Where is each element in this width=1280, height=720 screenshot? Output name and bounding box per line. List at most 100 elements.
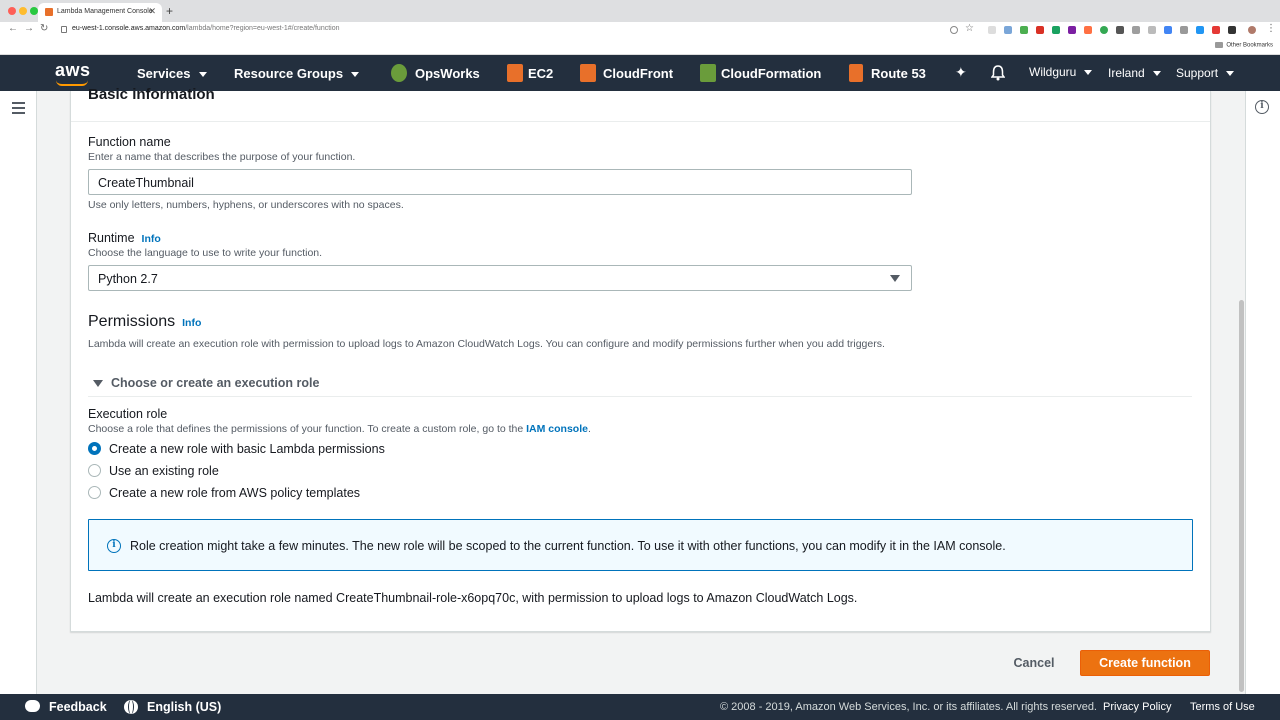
caret-down-icon [890,275,900,282]
feedback-bubble-icon [25,700,40,712]
extension-icon[interactable] [1084,26,1092,34]
forward-arrow-icon[interactable]: → [24,23,34,34]
reload-icon[interactable]: ↻ [40,23,48,34]
panel-title: Basic information [88,86,215,103]
role-info-alert: i Role creation might take a few minutes… [88,519,1193,571]
role-option-label: Create a new role with basic Lambda perm… [109,442,385,456]
extension-icon[interactable] [1116,26,1124,34]
expander-divider [88,396,1192,397]
back-arrow-icon[interactable]: ← [8,23,18,34]
cancel-button[interactable]: Cancel [1000,651,1068,676]
aws-logo[interactable]: aws [55,60,91,81]
globe-icon [124,700,138,714]
support-menu[interactable]: Support [1176,66,1235,80]
bell-icon[interactable] [991,65,1005,81]
iam-console-link[interactable]: IAM console [526,423,588,435]
help-info-icon[interactable]: i [1255,100,1269,114]
menu-dots-icon[interactable]: ⋮ [1266,23,1276,34]
extension-icon[interactable] [1196,26,1204,34]
role-name-footnote: Lambda will create an execution role nam… [88,591,858,605]
function-name-constraint: Use only letters, numbers, hyphens, or u… [88,199,404,211]
panel-divider [71,121,1210,122]
aws-smile-icon [56,80,88,86]
execution-role-description: Choose a role that defines the permissio… [88,423,591,435]
info-icon: i [107,539,121,553]
alert-text: Role creation might take a few minutes. … [130,539,1006,553]
cloudfront-icon [580,64,596,82]
extension-icon[interactable] [1148,26,1156,34]
other-bookmarks[interactable]: Other Bookmarks [1215,42,1273,49]
runtime-select[interactable]: Python 2.7 [88,265,912,291]
extension-icon[interactable] [1132,26,1140,34]
runtime-label: Runtime [88,231,135,245]
chevron-down-icon [1226,71,1235,77]
tab-close-icon[interactable]: ✕ [148,6,156,17]
extension-icon[interactable] [1164,26,1172,34]
resource-groups-menu[interactable]: Resource Groups [234,66,360,81]
radio-button[interactable] [88,464,101,477]
runtime-description: Choose the language to use to write your… [88,247,323,259]
region-menu[interactable]: Ireland [1108,66,1161,80]
chevron-down-icon [198,72,207,78]
profile-avatar[interactable] [1248,26,1256,34]
folder-icon [1215,42,1224,48]
extension-icon[interactable] [988,26,996,34]
page-scrollbar[interactable] [1239,300,1244,692]
runtime-label-row: Runtime Info [88,231,161,245]
extension-icon[interactable] [1020,26,1028,34]
role-option-label: Create a new role from AWS policy templa… [109,486,361,500]
extension-icon[interactable] [1212,26,1220,34]
language-selector[interactable]: English (US) [147,700,221,714]
console-footer: Feedback English (US) © 2008 - 2019, Ama… [0,694,1280,720]
permissions-title: Permissions [88,313,176,330]
hamburger-menu-icon[interactable] [12,102,25,117]
zoom-icon[interactable] [950,26,958,34]
copyright-text: © 2008 - 2019, Amazon Web Services, Inc.… [720,701,1097,713]
execution-role-label: Execution role [88,407,168,421]
route53-icon [849,64,863,82]
terms-of-use-link[interactable]: Terms of Use [1190,701,1255,713]
extension-icon[interactable] [1068,26,1076,34]
function-name-input[interactable]: CreateThumbnail [88,169,912,195]
close-window-button[interactable] [8,7,16,15]
ec2-icon [507,64,523,82]
services-menu[interactable]: Services [137,66,207,81]
new-tab-icon[interactable]: + [166,4,173,18]
tab-title: Lambda Management Console [57,8,153,15]
role-option-label: Use an existing role [109,464,219,478]
extension-icon[interactable] [1036,26,1044,34]
url-field[interactable]: eu-west-1.console.aws.amazon.com/lambda/… [72,25,340,32]
feedback-link[interactable]: Feedback [49,700,107,714]
extension-icon[interactable] [1004,26,1012,34]
cloudfront-shortcut[interactable]: CloudFront [603,66,673,81]
function-name-description: Enter a name that describes the purpose … [88,151,356,163]
ec2-shortcut[interactable]: EC2 [528,66,553,81]
bookmark-star-icon[interactable]: ☆ [965,23,974,34]
maximize-window-button[interactable] [30,7,38,15]
bookmarks-bar: Other Bookmarks [0,38,1280,55]
permissions-info-link[interactable]: Info [182,317,201,329]
opsworks-shortcut[interactable]: OpsWorks [415,66,480,81]
execution-role-expander[interactable]: Choose or create an execution role [93,376,319,390]
runtime-info-link[interactable]: Info [142,233,161,245]
permissions-description: Lambda will create an execution role wit… [88,338,885,350]
cloudformation-shortcut[interactable]: CloudFormation [721,66,821,81]
create-function-button[interactable]: Create function [1080,650,1210,676]
radio-button[interactable] [88,486,101,499]
permissions-heading-row: Permissions Info [88,313,201,331]
pin-icon[interactable]: ✦ [955,64,967,81]
route53-shortcut[interactable]: Route 53 [871,66,926,81]
radio-button-checked[interactable] [88,442,101,455]
extension-icon[interactable] [1100,26,1108,34]
privacy-policy-link[interactable]: Privacy Policy [1103,701,1171,713]
minimize-window-button[interactable] [19,7,27,15]
extension-icon[interactable] [1052,26,1060,34]
extension-icon[interactable] [1180,26,1188,34]
function-name-label: Function name [88,135,171,149]
lock-icon [61,26,67,33]
runtime-selected-value: Python 2.7 [98,272,158,286]
opsworks-icon [391,64,407,82]
account-menu[interactable]: Wildguru [1029,65,1093,79]
browser-tab[interactable]: Lambda Management Console ✕ [38,3,162,22]
extension-icon[interactable] [1228,26,1236,34]
